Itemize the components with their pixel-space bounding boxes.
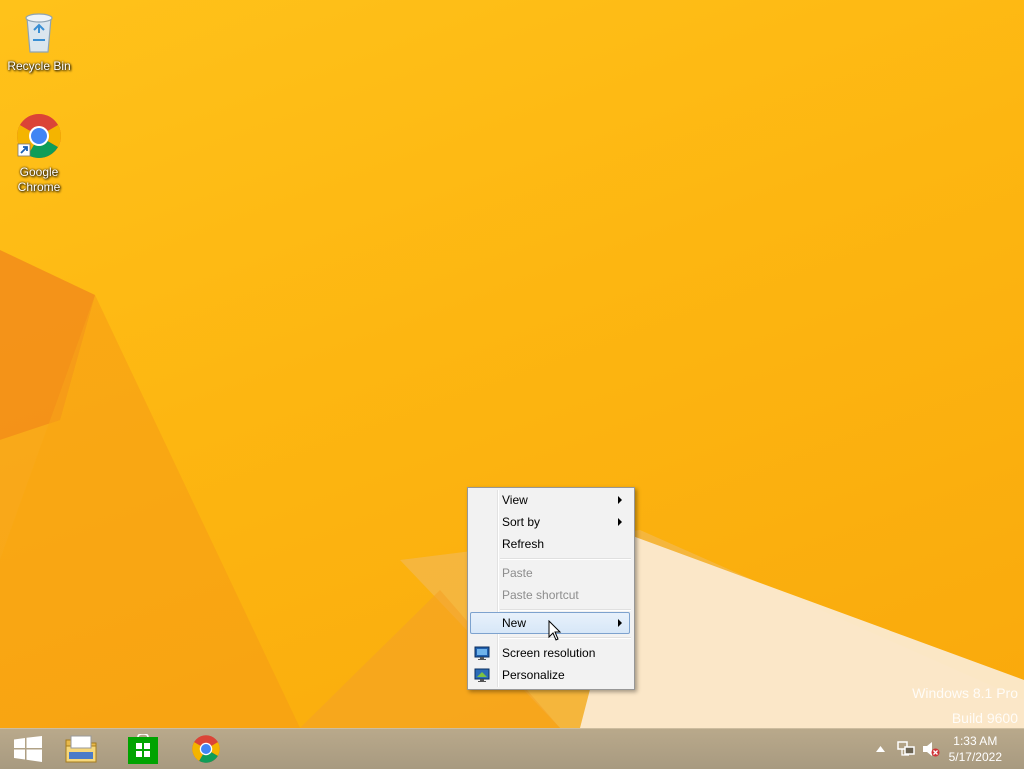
network-icon[interactable] bbox=[897, 741, 915, 757]
menu-item-label: Sort by bbox=[502, 515, 541, 529]
menu-item-label: New bbox=[502, 616, 527, 630]
mouse-cursor-icon bbox=[548, 620, 562, 641]
clock-date: 5/17/2022 bbox=[948, 750, 1002, 764]
taskbar-file-explorer-button[interactable] bbox=[53, 729, 109, 769]
taskbar-store-button[interactable] bbox=[115, 729, 171, 769]
menu-item-label: Paste shortcut bbox=[502, 588, 579, 602]
chrome-icon bbox=[192, 735, 220, 763]
show-hidden-icons-chevron-icon[interactable] bbox=[876, 746, 885, 752]
desktop-context-menu: View Sort by Refresh Paste Paste shortcu… bbox=[467, 487, 635, 690]
menu-item-label: Paste bbox=[502, 566, 533, 580]
menu-item-label: Screen resolution bbox=[502, 646, 596, 660]
menu-item-sort-by[interactable]: Sort by bbox=[470, 511, 630, 533]
menu-item-refresh[interactable]: Refresh bbox=[470, 533, 630, 555]
menu-item-label: Personalize bbox=[502, 668, 565, 682]
display-settings-icon bbox=[474, 646, 490, 660]
submenu-arrow-icon bbox=[618, 496, 622, 504]
menu-item-view[interactable]: View bbox=[470, 489, 630, 511]
menu-item-screen-resolution[interactable]: Screen resolution bbox=[470, 642, 630, 664]
windows-build-watermark: Build 9600 bbox=[951, 710, 1018, 726]
windows-logo-icon bbox=[14, 736, 42, 762]
store-icon bbox=[128, 734, 158, 764]
menu-item-personalize[interactable]: Personalize bbox=[470, 664, 630, 686]
google-chrome-desktop-icon[interactable]: Google Chrome bbox=[1, 112, 77, 195]
menu-item-paste[interactable]: Paste bbox=[470, 562, 630, 584]
volume-muted-icon[interactable] bbox=[922, 741, 940, 757]
submenu-arrow-icon bbox=[618, 518, 622, 526]
menu-item-label: Refresh bbox=[502, 537, 545, 551]
google-chrome-label: Google Chrome bbox=[17, 165, 61, 194]
recycle-bin-icon bbox=[25, 13, 53, 53]
submenu-arrow-icon bbox=[618, 619, 622, 627]
menu-item-paste-shortcut[interactable]: Paste shortcut bbox=[470, 584, 630, 606]
menu-item-label: View bbox=[502, 493, 528, 507]
recycle-bin-desktop-icon[interactable]: Recycle Bin bbox=[1, 6, 77, 74]
menu-separator bbox=[500, 609, 631, 611]
folder-icon bbox=[65, 735, 97, 763]
taskbar: 1:33 AM 5/17/2022 bbox=[0, 728, 1024, 769]
clock-time: 1:33 AM bbox=[953, 734, 998, 748]
recycle-bin-label: Recycle Bin bbox=[7, 59, 71, 73]
menu-separator bbox=[500, 558, 631, 560]
chrome-icon bbox=[17, 114, 61, 158]
start-button[interactable] bbox=[0, 729, 56, 769]
taskbar-chrome-button[interactable] bbox=[178, 729, 234, 769]
taskbar-clock[interactable]: 1:33 AM 5/17/2022 bbox=[949, 733, 1002, 765]
menu-separator bbox=[500, 637, 631, 639]
windows-edition-watermark: Windows 8.1 Pro bbox=[912, 685, 1018, 701]
personalize-icon bbox=[474, 668, 490, 682]
